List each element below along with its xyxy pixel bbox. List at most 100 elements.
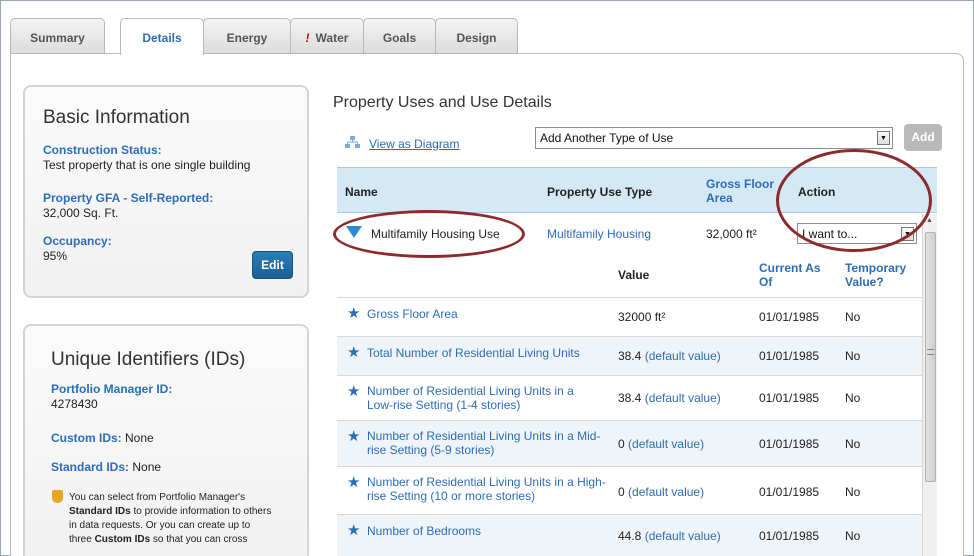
detail-row: ★ Number of Residential Living Units in …	[337, 376, 937, 421]
edit-button[interactable]: Edit	[252, 251, 293, 279]
star-icon: ★	[347, 344, 361, 361]
detail-name-link[interactable]: Number of Residential Living Units in a …	[367, 429, 602, 457]
tip-line: in data requests. Or you can create up t…	[69, 520, 251, 531]
tab-label: Energy	[226, 31, 268, 45]
pm-id-value: 4278430	[51, 397, 98, 411]
detail-value: 44.8 (default value)	[618, 529, 721, 543]
detail-value-number: 0	[618, 485, 625, 499]
pm-id-label: Portfolio Manager ID:	[51, 382, 173, 396]
detail-temp: No	[845, 391, 861, 405]
tab-label: Goals	[382, 31, 417, 45]
diagram-icon	[345, 136, 360, 148]
annotation-oval-use-name	[333, 210, 525, 258]
detail-value: 32000 ft²	[618, 310, 665, 324]
tab-label: Summary	[30, 31, 85, 45]
col-gfa-header[interactable]: Gross Floor Area	[706, 177, 786, 205]
tip-text: three	[69, 534, 92, 545]
detail-name-link[interactable]: Number of Residential Living Units in a …	[367, 475, 617, 503]
tab-goals[interactable]: Goals	[363, 18, 436, 54]
detail-date: 01/01/1985	[759, 349, 820, 363]
detail-row: ★ Number of Bedrooms 44.8 (default value…	[337, 515, 937, 556]
detail-value-number: 32000 ft²	[618, 310, 666, 324]
detail-row: ★ Number of Residential Living Units in …	[337, 467, 937, 515]
property-uses-title: Property Uses and Use Details	[333, 94, 552, 111]
star-icon: ★	[347, 383, 361, 400]
star-icon: ★	[347, 428, 361, 445]
ids-tip: You can select from Portfolio Manager's …	[69, 491, 305, 547]
default-value-link[interactable]: (default value)	[628, 437, 704, 451]
detail-value: 38.4 (default value)	[618, 349, 721, 363]
detail-date: 01/01/1985	[759, 310, 820, 324]
detail-date: 01/01/1985	[759, 437, 820, 451]
tip-text: so that you can cross	[152, 534, 248, 545]
basic-info-title: Basic Information	[43, 107, 190, 128]
detail-value-number: 38.4	[618, 391, 642, 405]
occupancy-label: Occupancy:	[43, 234, 112, 248]
detail-value: 0 (default value)	[618, 485, 704, 499]
view-as-diagram-link[interactable]: View as Diagram	[369, 137, 459, 151]
detail-name-link[interactable]: Gross Floor Area	[367, 307, 458, 321]
tab-label: Water	[315, 31, 349, 45]
grip-icon	[927, 349, 934, 355]
construction-status-value: Test property that is one single buildin…	[43, 158, 251, 172]
detail-row: ★ Total Number of Residential Living Uni…	[337, 337, 937, 376]
col-temporary-header[interactable]: Temporary Value?	[845, 261, 920, 289]
tab-design[interactable]: Design	[435, 18, 518, 54]
ids-card: Unique Identifiers (IDs) Portfolio Manag…	[23, 324, 309, 556]
detail-date: 01/01/1985	[759, 529, 820, 543]
tip-text: to provide information to others	[133, 506, 272, 517]
construction-status-label: Construction Status:	[43, 143, 162, 157]
use-type-link[interactable]: Multifamily Housing	[547, 227, 651, 241]
occupancy-value: 95%	[43, 249, 68, 263]
tab-label: Design	[456, 31, 497, 45]
star-icon: ★	[347, 474, 361, 491]
standard-ids-label: Standard IDs:	[51, 460, 130, 474]
detail-temp: No	[845, 310, 861, 324]
tab-energy[interactable]: Energy	[203, 18, 291, 54]
detail-value: 38.4 (default value)	[618, 391, 721, 405]
tab-label: Details	[142, 31, 182, 45]
gfa-label: Property GFA - Self-Reported:	[43, 191, 214, 205]
use-gfa: 32,000 ft²	[706, 227, 757, 241]
standard-ids: Standard IDs: None	[51, 460, 161, 474]
col-current-header[interactable]: Current As Of	[759, 261, 831, 289]
add-use-type-select[interactable]: Add Another Type of Use ▼	[535, 127, 893, 149]
tip-line: three Custom IDs so that you can cross	[69, 533, 305, 547]
default-value-link[interactable]: (default value)	[645, 349, 721, 363]
tab-details[interactable]: Details	[120, 18, 204, 55]
star-icon: ★	[347, 522, 361, 539]
tip-bold: Custom IDs	[94, 534, 151, 545]
detail-name-link[interactable]: Total Number of Residential Living Units	[367, 346, 580, 360]
custom-ids-value: None	[125, 431, 154, 445]
tip-line: Standard IDs to provide information to o…	[69, 505, 305, 519]
details-subheader: Value Current As Of Temporary Value?	[337, 252, 937, 298]
scrollbar-thumb[interactable]	[925, 232, 936, 482]
detail-value-number: 44.8	[618, 529, 642, 543]
tip-line: You can select from Portfolio Manager's	[69, 492, 246, 503]
add-use-button[interactable]: Add	[904, 124, 942, 151]
default-value-link[interactable]: (default value)	[645, 391, 721, 405]
custom-ids-label: Custom IDs:	[51, 431, 122, 445]
detail-value-number: 38.4	[618, 349, 642, 363]
tip-bold: Standard IDs	[69, 506, 131, 517]
default-value-link[interactable]: (default value)	[628, 485, 704, 499]
detail-temp: No	[845, 349, 861, 363]
table-scrollbar[interactable]: ▲	[922, 214, 937, 556]
standard-ids-value: None	[132, 460, 162, 474]
ids-title: Unique Identifiers (IDs)	[51, 349, 246, 370]
annotation-oval-action	[776, 149, 932, 252]
detail-value-number: 0	[618, 437, 625, 451]
col-value-header: Value	[618, 268, 650, 282]
tab-water[interactable]: ! Water	[290, 18, 364, 54]
default-value-link[interactable]: (default value)	[645, 529, 721, 543]
chevron-down-icon: ▼	[877, 131, 890, 145]
col-name-header: Name	[345, 185, 378, 199]
detail-value: 0 (default value)	[618, 437, 704, 451]
info-icon	[52, 490, 63, 503]
gfa-value: 32,000 Sq. Ft.	[43, 206, 119, 220]
detail-name-link[interactable]: Number of Bedrooms	[367, 524, 481, 538]
detail-row: ★ Gross Floor Area 32000 ft² 01/01/1985 …	[337, 298, 937, 337]
tab-summary[interactable]: Summary	[10, 18, 105, 54]
detail-name-link[interactable]: Number of Residential Living Units in a …	[367, 384, 602, 412]
alert-icon: !	[305, 31, 310, 45]
